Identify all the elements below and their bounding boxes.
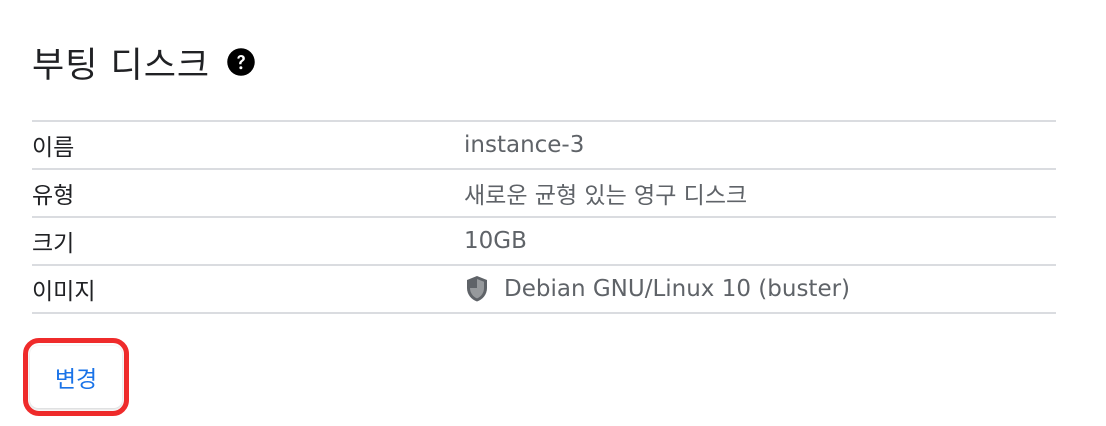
help-circle-icon[interactable] (226, 47, 256, 77)
change-button[interactable]: 변경 (30, 346, 122, 408)
row-value-name: instance-3 (464, 132, 585, 158)
image-name-text: Debian GNU/Linux 10 (buster) (504, 276, 851, 302)
page-title: 부팅 디스크 (32, 45, 211, 86)
row-label-name: 이름 (32, 135, 75, 161)
table-row: 이름 instance-3 (32, 122, 1056, 170)
table-row: 이미지 Debian GNU/Linux 10 (buster) (32, 266, 1056, 314)
row-label-type: 유형 (32, 183, 75, 209)
boot-disk-panel: 부팅 디스크 이름 instance-3 유형 새로운 균형 있는 영구 디스크… (0, 0, 1106, 426)
row-value-size: 10GB (464, 228, 527, 254)
shield-icon (464, 275, 490, 303)
row-value-type: 새로운 균형 있는 영구 디스크 (464, 183, 748, 209)
section-header: 부팅 디스크 (32, 38, 256, 86)
row-label-size: 크기 (32, 231, 75, 257)
row-label-image: 이미지 (32, 279, 96, 305)
table-row: 크기 10GB (32, 218, 1056, 266)
disk-details-table: 이름 instance-3 유형 새로운 균형 있는 영구 디스크 크기 10G… (32, 120, 1056, 314)
table-row: 유형 새로운 균형 있는 영구 디스크 (32, 170, 1056, 218)
row-value-image: Debian GNU/Linux 10 (buster) (464, 275, 850, 303)
